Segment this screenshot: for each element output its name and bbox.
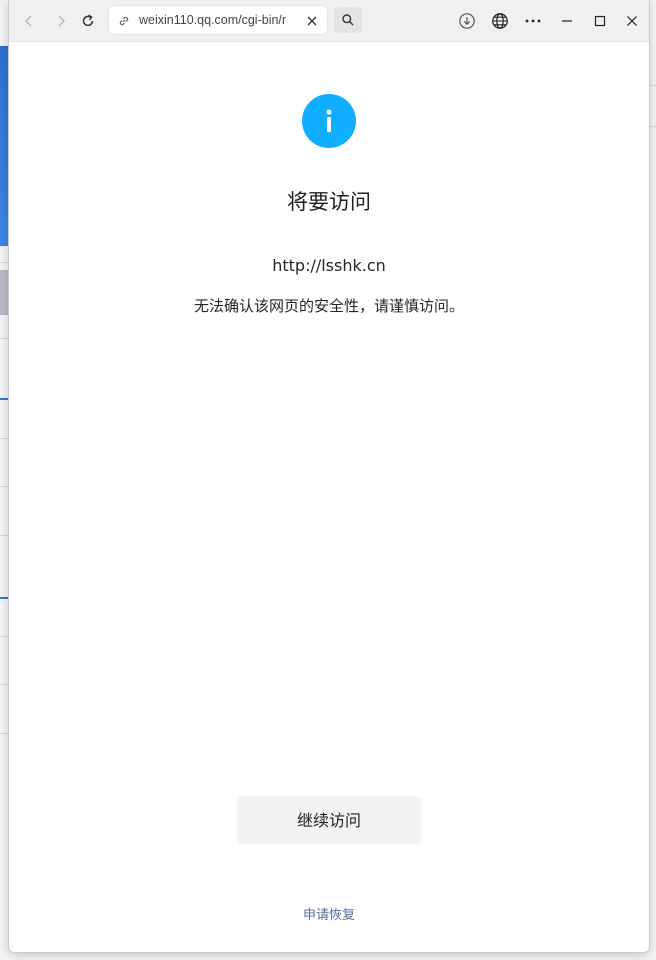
background-divider xyxy=(0,438,8,439)
info-icon xyxy=(302,94,356,148)
download-icon[interactable] xyxy=(454,8,480,34)
refresh-icon[interactable] xyxy=(75,8,101,34)
background-divider xyxy=(0,486,8,487)
background-divider xyxy=(0,338,8,339)
background-divider xyxy=(0,597,8,599)
background-divider xyxy=(0,535,8,536)
globe-icon[interactable] xyxy=(487,8,513,34)
window-close-icon[interactable] xyxy=(619,8,645,34)
restore-link[interactable]: 申请恢复 xyxy=(9,907,649,925)
warning-description: 无法确认该网页的安全性，请谨慎访问。 xyxy=(193,297,464,315)
browser-window: weixin110.qq.com/cgi-bin/r 将要访问 http://l… xyxy=(8,0,650,953)
background-app-banner xyxy=(0,46,8,246)
background-divider xyxy=(0,733,8,734)
forward-arrow-icon[interactable] xyxy=(48,8,74,34)
background-app-panel xyxy=(0,270,8,315)
search-button[interactable] xyxy=(334,7,362,33)
link-icon xyxy=(117,13,131,32)
page-title: 将要访问 xyxy=(287,190,371,214)
address-text[interactable]: weixin110.qq.com/cgi-bin/r xyxy=(139,12,299,28)
target-url: http://lsshk.cn xyxy=(272,256,386,275)
more-icon[interactable] xyxy=(520,8,546,34)
back-arrow-icon[interactable] xyxy=(16,8,42,34)
background-divider xyxy=(0,262,8,263)
background-divider xyxy=(0,684,8,685)
maximize-icon[interactable] xyxy=(587,8,613,34)
background-divider xyxy=(0,636,8,637)
close-icon[interactable] xyxy=(305,13,319,32)
continue-button[interactable]: 继续访问 xyxy=(237,796,421,844)
background-divider xyxy=(0,398,8,400)
search-icon xyxy=(342,14,354,26)
page-content: 将要访问 http://lsshk.cn 无法确认该网页的安全性，请谨慎访问。 … xyxy=(9,41,649,952)
browser-toolbar: weixin110.qq.com/cgi-bin/r xyxy=(9,0,649,42)
address-bar[interactable]: weixin110.qq.com/cgi-bin/r xyxy=(109,6,327,34)
minimize-icon[interactable] xyxy=(554,8,580,34)
